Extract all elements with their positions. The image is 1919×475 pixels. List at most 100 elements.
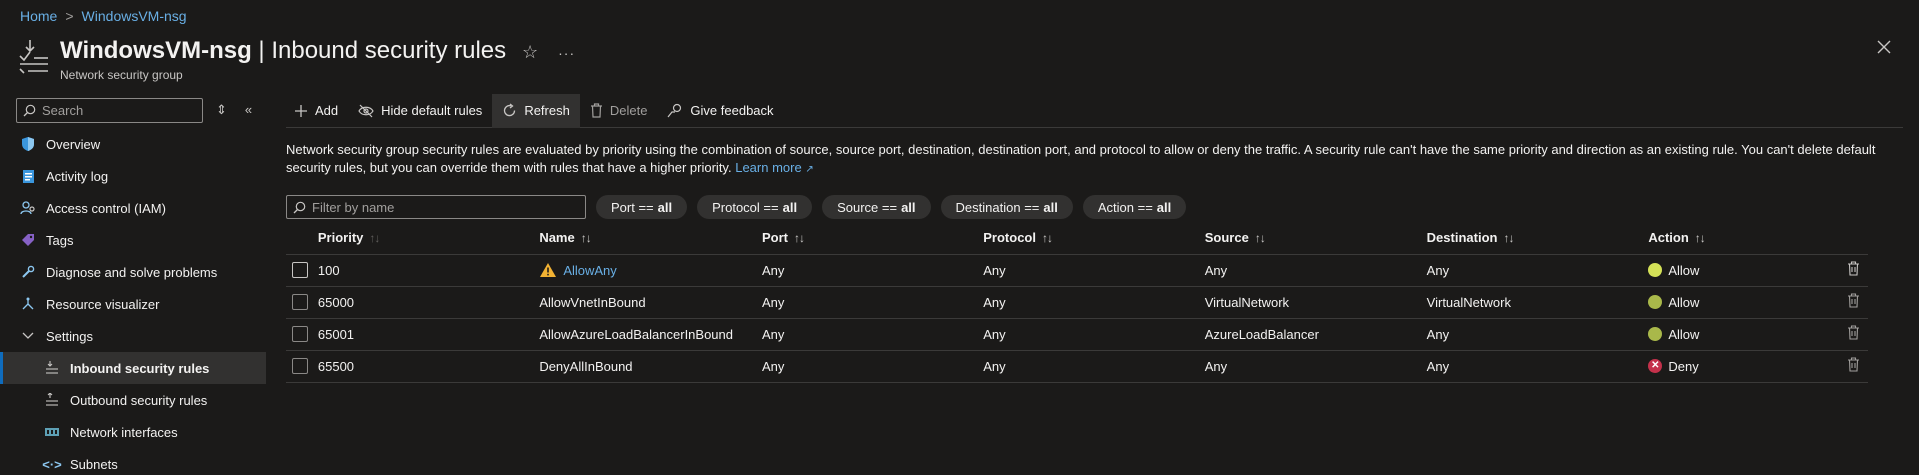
sidebar-item-tags[interactable]: Tags <box>0 224 266 256</box>
sidebar-item-iam[interactable]: Access control (IAM) <box>0 192 266 224</box>
add-button[interactable]: Add <box>286 94 348 128</box>
learn-more-link[interactable]: Learn more ↗ <box>735 160 814 175</box>
table-header-row: Priority ↑↓ Name ↑↓ Port ↑↓ Protocol ↑↓ Sour… <box>286 222 1868 255</box>
page-title: WindowsVM-nsg | Inbound security rules <box>60 37 507 64</box>
filter-pill-source[interactable]: Source == all <box>822 195 931 219</box>
column-header-priority[interactable]: Priority ↑↓ <box>317 222 540 255</box>
activity-log-icon <box>20 168 36 184</box>
favorite-star-icon[interactable]: ☆ <box>522 42 538 63</box>
breadcrumb: Home > WindowsVM-nsg <box>20 8 187 24</box>
rule-source: VirtualNetwork <box>1204 286 1427 319</box>
breadcrumb-resource[interactable]: WindowsVM-nsg <box>82 8 187 24</box>
refresh-icon <box>504 103 516 117</box>
row-checkbox[interactable] <box>292 326 308 343</box>
rule-destination: Any <box>1426 350 1649 383</box>
sidebar: ⇕ « Overview Activity log Access control… <box>0 96 266 475</box>
allow-status-icon <box>1648 295 1663 309</box>
search-icon <box>293 201 306 213</box>
sidebar-search[interactable] <box>16 97 203 123</box>
filter-pill-protocol[interactable]: Protocol == all <box>697 195 813 219</box>
breadcrumb-home[interactable]: Home <box>20 8 57 24</box>
rule-destination: VirtualNetwork <box>1426 286 1649 319</box>
column-header-source[interactable]: Source ↑↓ <box>1204 222 1427 255</box>
allow-status-icon <box>1648 327 1663 341</box>
wrench-icon <box>20 264 36 280</box>
delete-row-icon[interactable] <box>1847 325 1860 340</box>
iam-icon <box>20 200 36 216</box>
sidebar-search-input[interactable] <box>42 102 192 118</box>
warning-icon <box>540 263 557 277</box>
delete-button[interactable]: Delete <box>580 94 658 128</box>
rule-action: Allow <box>1668 326 1700 342</box>
column-header-port[interactable]: Port ↑↓ <box>762 222 984 255</box>
column-header-protocol[interactable]: Protocol ↑↓ <box>983 222 1205 255</box>
rule-port: Any <box>762 318 984 351</box>
deny-status-icon: ✕ <box>1648 359 1663 373</box>
delete-row-icon[interactable] <box>1847 261 1860 276</box>
rule-action: Deny <box>1668 358 1699 374</box>
eye-hide-icon <box>358 104 374 117</box>
sidebar-section-settings[interactable]: Settings <box>0 320 266 352</box>
page-subtitle: Network security group <box>60 68 183 82</box>
sort-icon: ↑↓ <box>1041 231 1053 246</box>
inbound-rules-icon <box>44 360 60 376</box>
refresh-button[interactable]: Refresh <box>492 93 580 128</box>
row-checkbox[interactable] <box>292 262 308 279</box>
delete-row-icon[interactable] <box>1847 293 1860 308</box>
trash-icon <box>590 103 602 118</box>
rule-name: DenyAllInBound <box>539 350 763 383</box>
table-row[interactable]: 100 AllowAny Any Any Any Any Allow <box>286 254 1868 287</box>
subnet-icon: <·> <box>42 456 62 472</box>
more-options-icon[interactable]: ··· <box>558 45 575 61</box>
outbound-rules-icon <box>44 392 60 408</box>
column-header-name[interactable]: Name ↑↓ <box>539 222 763 255</box>
sidebar-item-diagnose[interactable]: Diagnose and solve problems <box>0 256 266 288</box>
column-header-destination[interactable]: Destination ↑↓ <box>1426 222 1649 255</box>
expand-collapse-icon[interactable]: ⇕ <box>216 102 227 118</box>
command-bar: Add Hide default rules Refresh Delete Gi… <box>286 93 1903 128</box>
sort-icon: ↑↓ <box>1503 231 1514 246</box>
rule-priority: 65001 <box>317 318 540 351</box>
sort-icon: ↑↓ <box>1254 231 1266 246</box>
filter-pill-action[interactable]: Action == all <box>1082 195 1187 219</box>
page-header: WindowsVM-nsg | Inbound security rules N… <box>18 34 506 82</box>
rule-name-link[interactable]: AllowAny <box>563 263 616 278</box>
visualizer-icon <box>20 296 36 312</box>
filter-pill-port[interactable]: Port == all <box>596 195 688 219</box>
rule-source: AzureLoadBalancer <box>1204 318 1427 351</box>
rule-name: AllowVnetInBound <box>539 286 763 319</box>
sort-icon: ↑↓ <box>580 231 592 246</box>
row-checkbox[interactable] <box>292 358 308 375</box>
filter-name-input[interactable] <box>312 199 582 215</box>
sidebar-item-network-interfaces[interactable]: Network interfaces <box>0 416 266 448</box>
table-row[interactable]: 65001 AllowAzureLoadBalancerInBound Any … <box>286 318 1868 351</box>
rule-destination: Any <box>1426 254 1649 287</box>
plus-icon <box>295 104 307 117</box>
rule-source: Any <box>1204 350 1427 383</box>
filter-pill-destination[interactable]: Destination == all <box>940 195 1073 219</box>
column-header-action[interactable]: Action ↑↓ <box>1648 222 1847 255</box>
sidebar-item-subnets[interactable]: <·> Subnets <box>0 448 266 475</box>
sort-icon: ↑↓ <box>794 231 805 246</box>
filter-by-name[interactable] <box>286 195 586 219</box>
sidebar-item-activity-log[interactable]: Activity log <box>0 160 266 192</box>
delete-row-icon[interactable] <box>1847 357 1860 372</box>
collapse-sidebar-icon[interactable]: « <box>245 102 252 118</box>
hide-default-rules-button[interactable]: Hide default rules <box>348 94 492 128</box>
table-row[interactable]: 65000 AllowVnetInBound Any Any VirtualNe… <box>286 286 1868 319</box>
close-icon[interactable] <box>1877 40 1891 54</box>
sidebar-item-inbound-security-rules[interactable]: Inbound security rules <box>0 352 266 384</box>
table-row[interactable]: 65500 DenyAllInBound Any Any Any Any ✕ De… <box>286 350 1868 383</box>
sidebar-item-overview[interactable]: Overview <box>0 128 266 160</box>
give-feedback-button[interactable]: Give feedback <box>657 94 783 128</box>
sidebar-item-outbound-security-rules[interactable]: Outbound security rules <box>0 384 266 416</box>
row-checkbox[interactable] <box>292 294 308 311</box>
rule-source: Any <box>1204 254 1427 287</box>
chevron-down-icon <box>20 328 36 344</box>
feedback-icon <box>667 103 682 118</box>
rule-protocol: Any <box>983 254 1205 287</box>
allow-status-icon <box>1648 263 1663 277</box>
security-rules-table: Priority ↑↓ Name ↑↓ Port ↑↓ Protocol ↑↓ Sour… <box>286 222 1868 383</box>
rule-port: Any <box>762 254 984 287</box>
sidebar-item-resource-visualizer[interactable]: Resource visualizer <box>0 288 266 320</box>
